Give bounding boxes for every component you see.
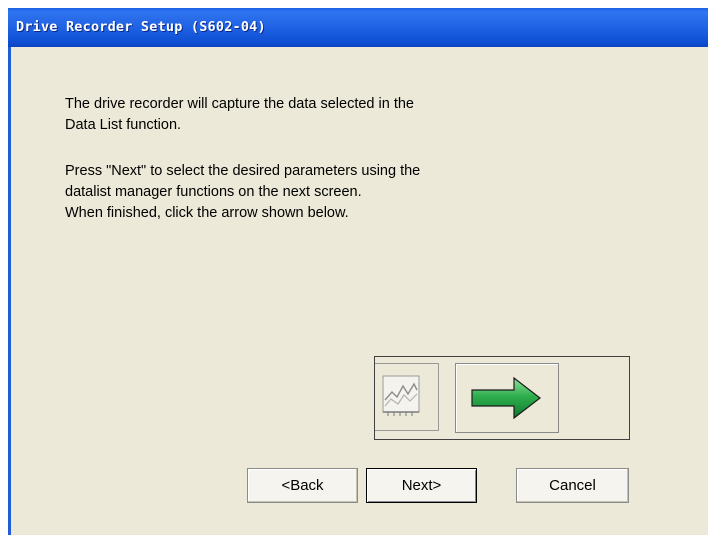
window-title: Drive Recorder Setup (S602-04)	[16, 19, 266, 35]
instructions-paragraph-2: Press "Next" to select the desired param…	[65, 161, 420, 224]
instruction-line: datalist manager functions on the next s…	[65, 184, 362, 200]
setup-dialog: Drive Recorder Setup (S602-04) The drive…	[8, 8, 708, 535]
instructions-paragraph-1: The drive recorder will capture the data…	[65, 94, 414, 136]
window-border	[8, 47, 11, 535]
instruction-line: The drive recorder will capture the data…	[65, 96, 414, 112]
title-bar[interactable]: Drive Recorder Setup (S602-04)	[8, 8, 708, 47]
toolbar-illustration	[374, 356, 630, 440]
next-button[interactable]: Next>	[366, 468, 477, 503]
right-arrow-icon	[455, 363, 559, 433]
cancel-button[interactable]: Cancel	[516, 468, 629, 503]
instruction-line: When finished, click the arrow shown bel…	[65, 205, 349, 221]
instruction-line: Press "Next" to select the desired param…	[65, 163, 421, 179]
back-button[interactable]: <Back	[247, 468, 358, 503]
chart-icon	[375, 363, 439, 431]
instruction-line: Data List function.	[65, 117, 182, 133]
